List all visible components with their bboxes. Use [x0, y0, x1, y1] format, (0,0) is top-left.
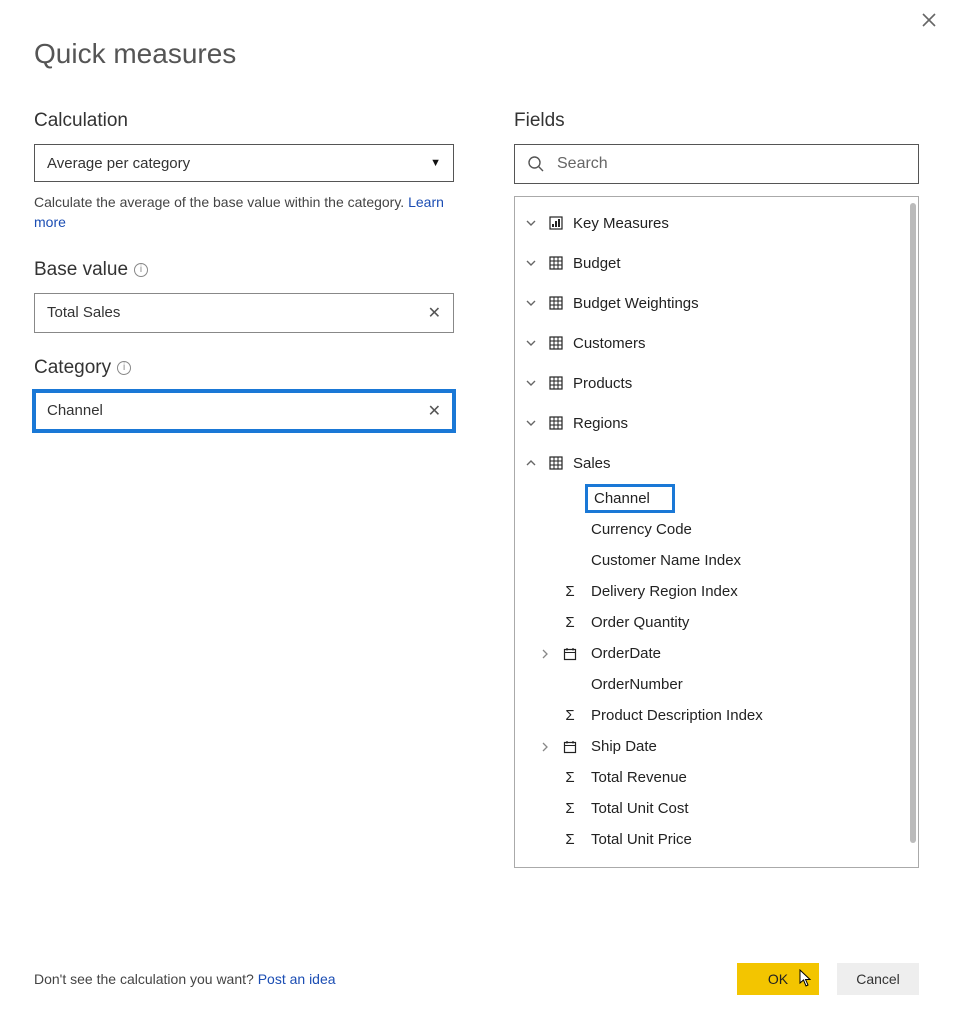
table-row-sales[interactable]: Sales	[515, 443, 918, 483]
search-icon	[527, 155, 545, 173]
field-label: Ship Date	[587, 738, 657, 755]
field-total-revenue[interactable]: Σ Total Revenue	[515, 762, 918, 793]
field-label: Order Quantity	[587, 614, 689, 631]
clear-category-icon[interactable]: ✕	[428, 401, 441, 421]
field-product-description-index[interactable]: Σ Product Description Index	[515, 700, 918, 731]
calendar-icon	[561, 740, 579, 754]
calendar-icon	[561, 647, 579, 661]
field-orderdate[interactable]: OrderDate	[515, 638, 918, 669]
table-label: Customers	[573, 335, 646, 352]
table-label: Budget Weightings	[573, 295, 699, 312]
table-icon	[547, 456, 565, 470]
calculation-label: Calculation	[34, 110, 454, 132]
chevron-down-icon	[523, 257, 539, 269]
sigma-icon: Σ	[561, 707, 579, 724]
cancel-button[interactable]: Cancel	[837, 963, 919, 995]
base-value-field[interactable]: Total Sales ✕	[34, 293, 454, 333]
chevron-right-icon	[537, 649, 553, 659]
field-label: Customer Name Index	[587, 552, 741, 569]
close-button[interactable]	[921, 12, 937, 28]
footer-prompt: Don't see the calculation you want? Post…	[34, 971, 336, 987]
chevron-down-icon: ▼	[430, 157, 441, 169]
field-label: OrderNumber	[587, 676, 683, 693]
field-order-quantity[interactable]: Σ Order Quantity	[515, 607, 918, 638]
ok-label: OK	[768, 971, 788, 987]
table-row-key-measures[interactable]: Key Measures	[515, 203, 918, 243]
chevron-down-icon	[523, 417, 539, 429]
chevron-right-icon	[537, 742, 553, 752]
table-label: Key Measures	[573, 215, 669, 232]
chevron-up-icon	[523, 457, 539, 469]
table-icon	[547, 256, 565, 270]
sigma-icon: Σ	[561, 769, 579, 786]
field-label: Currency Code	[587, 521, 692, 538]
category-value: Channel	[47, 402, 103, 419]
fields-label: Fields	[514, 110, 919, 132]
info-icon[interactable]: i	[117, 361, 131, 375]
ok-button[interactable]: OK	[737, 963, 819, 995]
field-label: Product Description Index	[587, 707, 763, 724]
field-label: Total Unit Price	[587, 831, 692, 848]
chevron-down-icon	[523, 217, 539, 229]
category-label: Category i	[34, 357, 454, 379]
chevron-down-icon	[523, 337, 539, 349]
field-total-unit-price[interactable]: Σ Total Unit Price	[515, 824, 918, 855]
sigma-icon: Σ	[561, 583, 579, 600]
calculation-selected-value: Average per category	[47, 155, 190, 172]
chevron-down-icon	[523, 377, 539, 389]
info-icon[interactable]: i	[134, 263, 148, 277]
table-label: Products	[573, 375, 632, 392]
calculation-select[interactable]: Average per category ▼	[34, 144, 454, 182]
field-ship-date[interactable]: Ship Date	[515, 731, 918, 762]
sigma-icon: Σ	[561, 800, 579, 817]
table-row-budget[interactable]: Budget	[515, 243, 918, 283]
table-label: Budget	[573, 255, 621, 272]
field-label: Channel	[585, 484, 675, 513]
field-channel[interactable]: Channel	[515, 483, 918, 514]
table-icon	[547, 376, 565, 390]
field-label: Delivery Region Index	[587, 583, 738, 600]
cursor-icon	[799, 969, 813, 987]
category-label-text: Category	[34, 357, 111, 379]
calculation-help-text: Calculate the average of the base value …	[34, 192, 454, 233]
sigma-icon: Σ	[561, 614, 579, 631]
measures-icon	[547, 216, 565, 230]
field-currency-code[interactable]: Currency Code	[515, 514, 918, 545]
table-icon	[547, 416, 565, 430]
dialog-title: Quick measures	[34, 38, 919, 70]
table-row-customers[interactable]: Customers	[515, 323, 918, 363]
field-label: Total Revenue	[587, 769, 687, 786]
field-ordernumber[interactable]: OrderNumber	[515, 669, 918, 700]
table-label: Regions	[573, 415, 628, 432]
table-label: Sales	[573, 455, 611, 472]
field-label: OrderDate	[587, 645, 661, 662]
scrollbar-thumb[interactable]	[910, 203, 916, 843]
table-icon	[547, 296, 565, 310]
field-total-unit-cost[interactable]: Σ Total Unit Cost	[515, 793, 918, 824]
post-an-idea-link[interactable]: Post an idea	[258, 971, 336, 987]
fields-tree-panel: Key Measures Budget Budget Weightings Cu…	[514, 196, 919, 868]
table-row-regions[interactable]: Regions	[515, 403, 918, 443]
fields-search-input[interactable]	[555, 154, 906, 174]
sigma-icon: Σ	[561, 831, 579, 848]
field-label: Total Unit Cost	[587, 800, 689, 817]
table-row-budget-weightings[interactable]: Budget Weightings	[515, 283, 918, 323]
table-icon	[547, 336, 565, 350]
close-icon	[921, 12, 937, 28]
chevron-down-icon	[523, 297, 539, 309]
fields-search[interactable]	[514, 144, 919, 184]
table-row-products[interactable]: Products	[515, 363, 918, 403]
help-text-span: Calculate the average of the base value …	[34, 194, 408, 210]
base-value-value: Total Sales	[47, 304, 120, 321]
field-customer-name-index[interactable]: Customer Name Index	[515, 545, 918, 576]
category-field[interactable]: Channel ✕	[34, 391, 454, 431]
footer-prompt-text: Don't see the calculation you want?	[34, 971, 258, 987]
base-value-label-text: Base value	[34, 259, 128, 281]
field-delivery-region-index[interactable]: Σ Delivery Region Index	[515, 576, 918, 607]
base-value-label: Base value i	[34, 259, 454, 281]
clear-base-value-icon[interactable]: ✕	[428, 303, 441, 323]
